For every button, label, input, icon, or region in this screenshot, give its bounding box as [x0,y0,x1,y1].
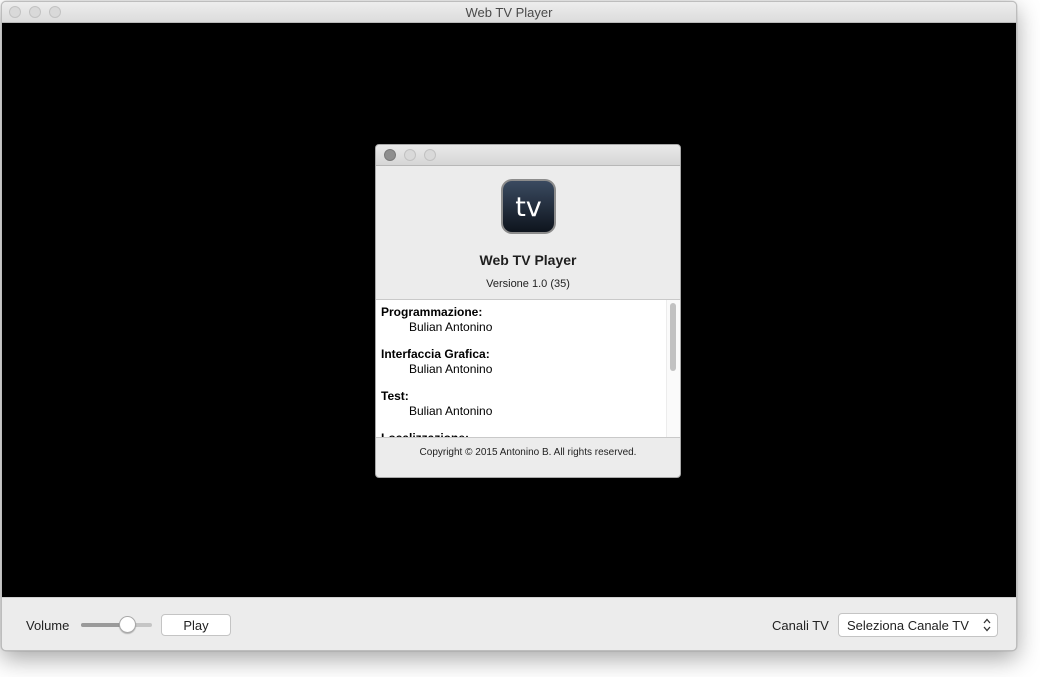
volume-slider[interactable] [81,623,152,627]
tv-app-icon: tv [501,179,556,234]
tv-icon-text: tv [515,192,542,223]
about-titlebar[interactable] [376,145,680,166]
about-app-name: Web TV Player [479,252,577,268]
credit-role: Interfaccia Grafica: [381,347,490,361]
credit-item: Programmazione: Bulian Antonino [381,305,492,334]
credits-list[interactable]: Programmazione: Bulian Antonino Interfac… [376,299,680,438]
channels-label: Canali TV [772,618,829,633]
credits-scroll-track[interactable] [666,300,680,437]
minimize-icon [404,149,416,161]
credit-role: Localizzazione: [381,431,470,438]
credits-scrollbar[interactable] [670,303,676,371]
credit-person: Bulian Antonino [409,404,493,418]
channel-select[interactable]: Seleziona Canale TV [838,613,998,637]
volume-slider-knob[interactable] [118,616,136,633]
select-arrows-icon [983,618,991,632]
about-version: Versione 1.0 (35) [486,278,570,290]
channel-select-value: Seleziona Canale TV [847,617,969,633]
credit-item: Interfaccia Grafica: Bulian Antonino [381,347,492,376]
play-button[interactable]: Play [161,614,231,636]
volume-label: Volume [26,618,70,633]
close-icon[interactable] [384,149,396,161]
zoom-icon [424,149,436,161]
credit-item: Localizzazione: [381,431,470,438]
copyright-text: Copyright © 2015 Antonino B. All rights … [419,447,637,458]
window-title: Web TV Player [465,5,553,20]
credit-person: Bulian Antonino [409,320,493,334]
credit-item: Test: Bulian Antonino [381,389,492,418]
about-dialog: tv Web TV Player Versione 1.0 (35) Progr… [375,144,681,478]
credit-role: Test: [381,389,409,403]
credit-role: Programmazione: [381,305,483,319]
window-titlebar[interactable]: Web TV Player [2,2,1016,23]
controls-bar: Volume Play Canali TV Seleziona Canale T… [2,597,1016,650]
credit-person: Bulian Antonino [409,362,493,376]
